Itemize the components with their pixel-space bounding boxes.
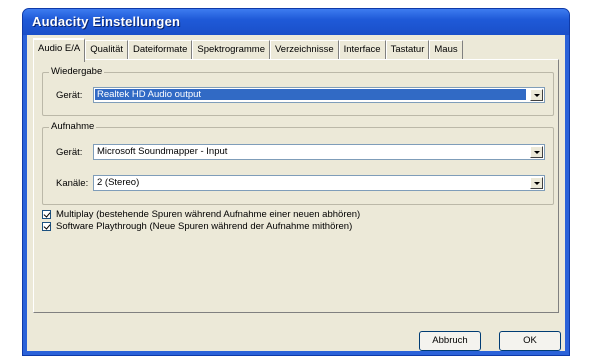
checkbox-checked-icon[interactable] (42, 210, 51, 219)
tab-mouse[interactable]: Maus (429, 40, 463, 60)
playback-device-select[interactable]: Realtek HD Audio output (93, 87, 545, 103)
tab-file-formats[interactable]: Dateiformate (128, 40, 193, 60)
window-title: Audacity Einstellungen (32, 14, 181, 29)
checkbox-checked-icon[interactable] (42, 222, 51, 231)
software-playthrough-label: Software Playthrough (Neue Spuren währen… (56, 221, 353, 232)
title-bar[interactable]: Audacity Einstellungen (23, 9, 569, 35)
tab-keyboard[interactable]: Tastatur (385, 40, 430, 60)
playback-group: Wiedergabe Gerät: Realtek HD Audio outpu… (42, 66, 554, 116)
chevron-down-icon[interactable] (530, 146, 543, 158)
playback-device-label: Gerät: (56, 90, 83, 101)
tab-quality[interactable]: Qualität (85, 40, 128, 60)
recording-group: Aufnahme Gerät: Microsoft Soundmapper - … (42, 121, 554, 205)
ok-button[interactable]: OK (499, 331, 561, 351)
software-playthrough-option[interactable]: Software Playthrough (Neue Spuren währen… (42, 221, 352, 232)
playback-device-value: Realtek HD Audio output (95, 89, 526, 100)
recording-device-select[interactable]: Microsoft Soundmapper - Input (93, 144, 545, 160)
dialog-client-area: Audio E/A Qualität Dateiformate Spektrog… (27, 35, 565, 351)
tab-audio-io[interactable]: Audio E/A (33, 38, 86, 62)
recording-channels-select[interactable]: 2 (Stereo) (93, 175, 545, 191)
playback-group-label: Wiedergabe (49, 66, 105, 77)
multiplay-option[interactable]: Multiplay (bestehende Spuren während Auf… (42, 209, 360, 220)
tab-interface[interactable]: Interface (338, 40, 386, 60)
chevron-down-icon[interactable] (530, 177, 543, 189)
recording-group-label: Aufnahme (49, 121, 97, 132)
tab-directories[interactable]: Verzeichnisse (269, 40, 339, 60)
recording-channels-label: Kanäle: (56, 178, 89, 189)
audio-io-panel: Wiedergabe Gerät: Realtek HD Audio outpu… (33, 59, 559, 313)
tab-spectrograms[interactable]: Spektrogramme (192, 40, 270, 60)
recording-device-value: Microsoft Soundmapper - Input (97, 146, 228, 157)
cancel-button[interactable]: Abbruch (419, 331, 481, 351)
multiplay-label: Multiplay (bestehende Spuren während Auf… (56, 209, 361, 220)
recording-device-label: Gerät: (56, 147, 83, 158)
chevron-down-icon[interactable] (530, 89, 543, 101)
tab-strip: Audio E/A Qualität Dateiformate Spektrog… (33, 38, 463, 62)
preferences-window: Audacity Einstellungen Audio E/A Qualitä… (22, 8, 570, 356)
recording-channels-value: 2 (Stereo) (97, 177, 140, 188)
